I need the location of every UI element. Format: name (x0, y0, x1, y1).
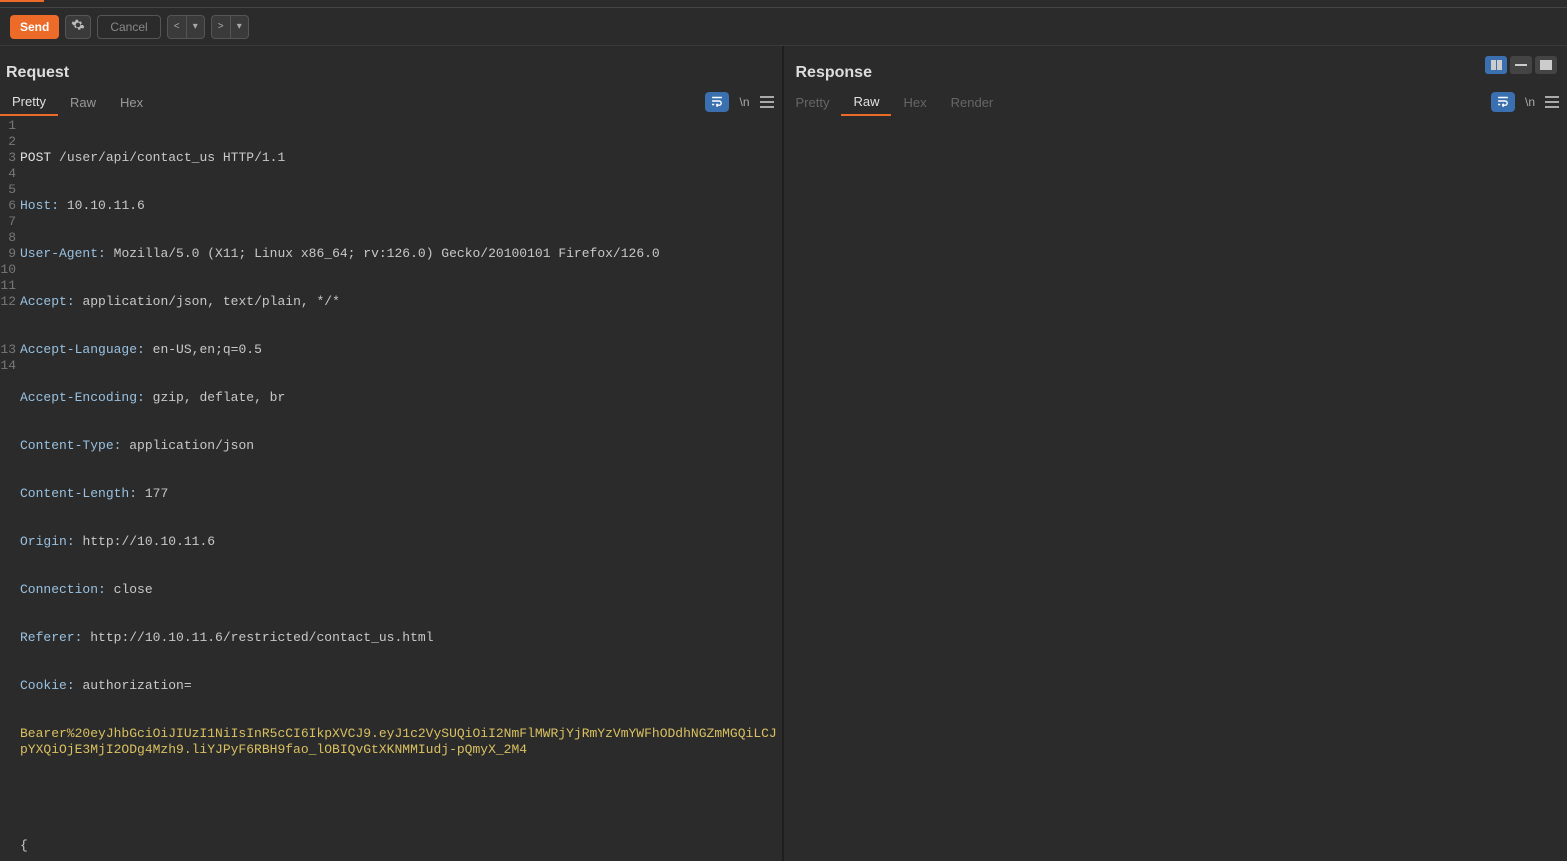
response-menu-button[interactable] (1545, 96, 1559, 108)
request-editor[interactable]: 1 2 3 4 5 6 7 8 9 10 11 12 13 14 POST /u… (0, 116, 782, 861)
tab-hex-resp[interactable]: Hex (891, 88, 938, 116)
tab-raw[interactable]: Raw (58, 88, 108, 116)
tab-render-resp[interactable]: Render (939, 88, 1006, 116)
tab-pretty[interactable]: Pretty (0, 88, 58, 116)
history-forward-button[interactable]: >▾ (211, 15, 249, 39)
layout-columns-button[interactable] (1485, 56, 1507, 74)
response-pane: Response Pretty Raw Hex Render \n (784, 46, 1567, 861)
response-title: Response (784, 64, 1567, 88)
toolbar: Send Cancel <▾ >▾ (0, 8, 1567, 46)
request-menu-button[interactable] (760, 96, 774, 108)
newline-indicator-resp: \n (1525, 95, 1535, 109)
wrap-icon (710, 94, 724, 111)
gear-icon (71, 18, 85, 35)
settings-button[interactable] (65, 15, 91, 39)
response-code (784, 116, 1567, 861)
tab-raw-resp[interactable]: Raw (841, 88, 891, 116)
request-pane: Request Pretty Raw Hex \n 1 2 3 4 5 6 (0, 46, 784, 861)
tab-pretty-resp[interactable]: Pretty (784, 88, 842, 116)
line-gutter: 1 2 3 4 5 6 7 8 9 10 11 12 13 14 (0, 116, 18, 861)
newline-indicator: \n (739, 95, 749, 109)
layout-rows-button[interactable] (1510, 56, 1532, 74)
request-code[interactable]: POST /user/api/contact_us HTTP/1.1 Host:… (18, 116, 782, 861)
wrap-toggle-resp[interactable] (1491, 92, 1515, 112)
request-tabs: Pretty Raw Hex \n (0, 88, 782, 116)
response-editor[interactable] (784, 116, 1567, 861)
send-button[interactable]: Send (10, 15, 59, 39)
history-back-button[interactable]: <▾ (167, 15, 205, 39)
response-tabs: Pretty Raw Hex Render \n (784, 88, 1567, 116)
cancel-button[interactable]: Cancel (97, 15, 160, 39)
active-tab-accent (0, 0, 44, 2)
wrap-toggle[interactable] (705, 92, 729, 112)
wrap-icon (1496, 94, 1510, 111)
layout-toggles (1485, 56, 1557, 74)
request-title: Request (0, 64, 782, 88)
tab-hex[interactable]: Hex (108, 88, 155, 116)
layout-single-button[interactable] (1535, 56, 1557, 74)
